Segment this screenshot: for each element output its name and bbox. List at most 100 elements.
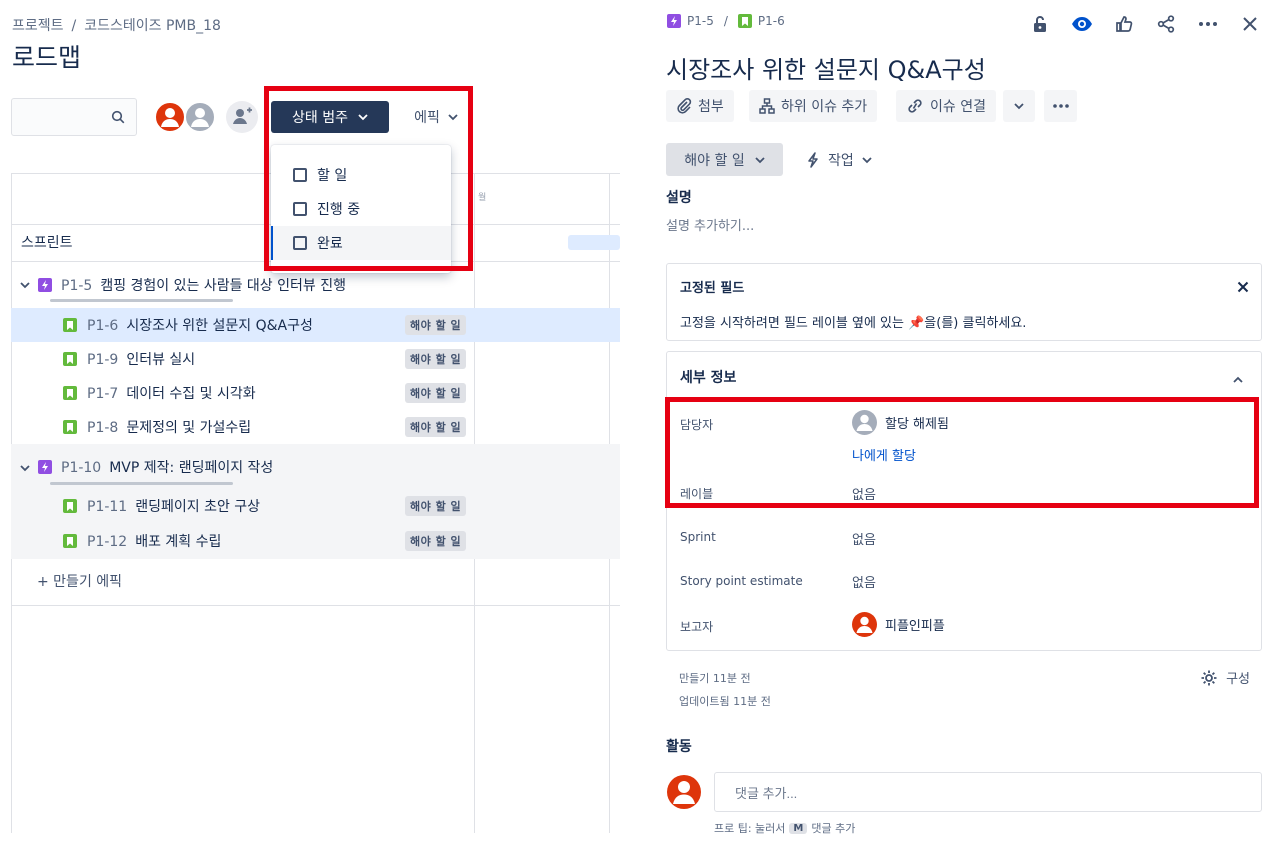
details-panel: 세부 정보 담당자 할당 해제됨 나에게 할당 레이블 없음 Sprint 없음… <box>666 351 1262 651</box>
chevron-up-icon[interactable] <box>1233 369 1243 388</box>
lock-icon[interactable] <box>1028 12 1052 36</box>
status-option-in-progress[interactable]: 진행 중 <box>271 192 451 226</box>
issue-key[interactable]: P1-9 <box>87 352 118 368</box>
epic-filter-button[interactable]: 에픽 <box>403 101 469 133</box>
search-box[interactable] <box>11 98 137 136</box>
issue-key[interactable]: P1-10 <box>61 460 101 476</box>
create-epic-button[interactable]: + 만들기 에픽 <box>37 571 122 591</box>
avatar-user-grey[interactable] <box>184 101 216 133</box>
epic-row-p1-5[interactable]: P1-5 캠핑 경험이 있는 사람들 대상 인터뷰 진행 <box>11 268 620 302</box>
checkbox[interactable] <box>293 168 307 182</box>
link-icon <box>908 99 922 113</box>
parent-issue-link[interactable]: P1-5 <box>687 14 714 28</box>
assign-to-me-link[interactable]: 나에게 할당 <box>852 445 916 464</box>
assignee-field[interactable]: 할당 해제됨 <box>852 410 949 435</box>
issue-summary: 인터뷰 실시 <box>126 352 196 368</box>
more-icon[interactable] <box>1196 12 1220 36</box>
issue-summary: 배포 계획 수립 <box>135 534 222 550</box>
sprint-bar[interactable] <box>568 235 620 250</box>
issue-key[interactable]: P1-6 <box>87 318 118 334</box>
issue-summary: 데이터 수집 및 시각화 <box>126 386 256 402</box>
labels-label: 레이블 <box>680 487 714 501</box>
issue-key[interactable]: P1-8 <box>87 420 118 436</box>
issue-key[interactable]: P1-12 <box>87 534 127 550</box>
labels-value[interactable]: 없음 <box>852 484 876 503</box>
description-heading: 설명 <box>666 190 692 206</box>
attach-button[interactable]: 첨부 <box>666 90 734 122</box>
issue-title[interactable]: 시장조사 위한 설문지 Q&A구성 <box>666 50 986 85</box>
comment-input[interactable] <box>735 783 1235 803</box>
current-user-avatar <box>667 775 701 809</box>
configure-label: 구성 <box>1226 672 1250 687</box>
link-issue-dropdown-button[interactable] <box>1003 90 1035 122</box>
issue-key[interactable]: P1-11 <box>87 499 127 515</box>
epic-icon <box>38 459 52 474</box>
status-lozenge: 해야 할 일 <box>405 417 467 437</box>
story-icon <box>63 352 77 366</box>
story-icon <box>63 386 77 400</box>
epic-progress-bar <box>50 299 233 302</box>
roadmap-pane: 프로젝트 / 코드스테이즈 PMB_18 로드맵 상태 범주 에픽 할 일 진행 중 <box>0 0 620 846</box>
status-option-label: 완료 <box>317 236 343 252</box>
status-option-done[interactable]: 완료 <box>271 226 451 260</box>
story-row-p1-12[interactable]: P1-12 배포 계획 수립 해야 할 일 <box>11 523 620 559</box>
comment-box[interactable] <box>714 772 1262 812</box>
more-actions-button[interactable] <box>1044 90 1077 122</box>
issue-breadcrumb: P1-5 / P1-6 <box>667 14 785 28</box>
status-option-todo[interactable]: 할 일 <box>271 158 451 192</box>
chevron-down-icon <box>358 114 368 121</box>
pinned-fields-heading: 고정된 필드 <box>680 281 745 296</box>
lightning-icon <box>808 151 818 168</box>
search-input[interactable] <box>20 107 106 127</box>
add-child-issue-button[interactable]: 하위 이슈 추가 <box>749 90 878 122</box>
add-people-button[interactable] <box>226 101 258 133</box>
story-row-p1-9[interactable]: P1-9 인터뷰 실시 해야 할 일 <box>11 342 620 376</box>
story-row-p1-11[interactable]: P1-11 랜딩페이지 초안 구상 해야 할 일 <box>11 489 620 523</box>
search-icon <box>111 109 125 128</box>
paperclip-icon <box>677 98 692 114</box>
checkbox[interactable] <box>293 236 307 250</box>
checkbox[interactable] <box>293 202 307 216</box>
attach-label: 첨부 <box>698 99 724 115</box>
sprint-value[interactable]: 없음 <box>852 529 876 548</box>
issue-key[interactable]: P1-7 <box>87 386 118 402</box>
status-option-label: 할 일 <box>317 168 348 184</box>
add-person-icon <box>233 107 252 124</box>
workflow-action-label: 작업 <box>828 152 854 169</box>
updated-timestamp: 업데이트됨 11분 전 <box>679 695 771 708</box>
story-row-p1-8[interactable]: P1-8 문제정의 및 가설수립 해야 할 일 <box>11 410 620 444</box>
activity-heading: 활동 <box>666 739 692 755</box>
description-field[interactable]: 설명 추가하기... <box>666 215 754 234</box>
sprint-label: Sprint <box>680 530 716 544</box>
close-icon[interactable] <box>1237 278 1249 297</box>
child-issue-icon <box>759 98 775 114</box>
story-row-p1-7[interactable]: P1-7 데이터 수집 및 시각화 해야 할 일 <box>11 376 620 410</box>
sprint-row-label: 스프린트 <box>21 235 73 251</box>
story-icon <box>63 534 77 548</box>
share-icon[interactable] <box>1154 12 1178 36</box>
avatar-user-red[interactable] <box>154 101 186 133</box>
issue-status-dropdown[interactable]: 해야 할 일 <box>666 143 783 176</box>
chevron-down-icon <box>755 156 765 163</box>
thumbs-up-icon[interactable] <box>1112 12 1136 36</box>
shortcut-key: M <box>789 822 808 834</box>
details-heading[interactable]: 세부 정보 <box>680 367 736 387</box>
issue-key[interactable]: P1-5 <box>61 278 92 294</box>
breadcrumb-space-link[interactable]: 코드스테이즈 PMB_18 <box>84 18 221 34</box>
status-category-filter-label: 상태 범주 <box>292 110 348 126</box>
watch-eye-icon[interactable] <box>1070 12 1094 36</box>
pinned-fields-message: 고정을 시작하려면 필드 레이블 옆에 있는 📌을(를) 클릭하세요. <box>680 316 1027 331</box>
status-lozenge: 해야 할 일 <box>405 315 467 335</box>
link-issue-button[interactable]: 이슈 연결 <box>896 90 996 122</box>
issue-key-link[interactable]: P1-6 <box>758 14 785 28</box>
story-points-value[interactable]: 없음 <box>852 572 876 591</box>
close-icon[interactable] <box>1238 12 1262 36</box>
reporter-field[interactable]: 피플인피플 <box>852 612 945 637</box>
story-row-p1-6[interactable]: P1-6 시장조사 위한 설문지 Q&A구성 해야 할 일 <box>11 308 620 342</box>
configure-button[interactable]: 구성 <box>1200 668 1250 687</box>
chevron-down-icon <box>448 114 458 121</box>
workflow-action-dropdown[interactable]: 작업 <box>806 143 872 176</box>
breadcrumb-projects-link[interactable]: 프로젝트 <box>12 18 64 34</box>
story-points-label: Story point estimate <box>680 574 803 588</box>
status-category-filter-button[interactable]: 상태 범주 <box>271 101 389 133</box>
